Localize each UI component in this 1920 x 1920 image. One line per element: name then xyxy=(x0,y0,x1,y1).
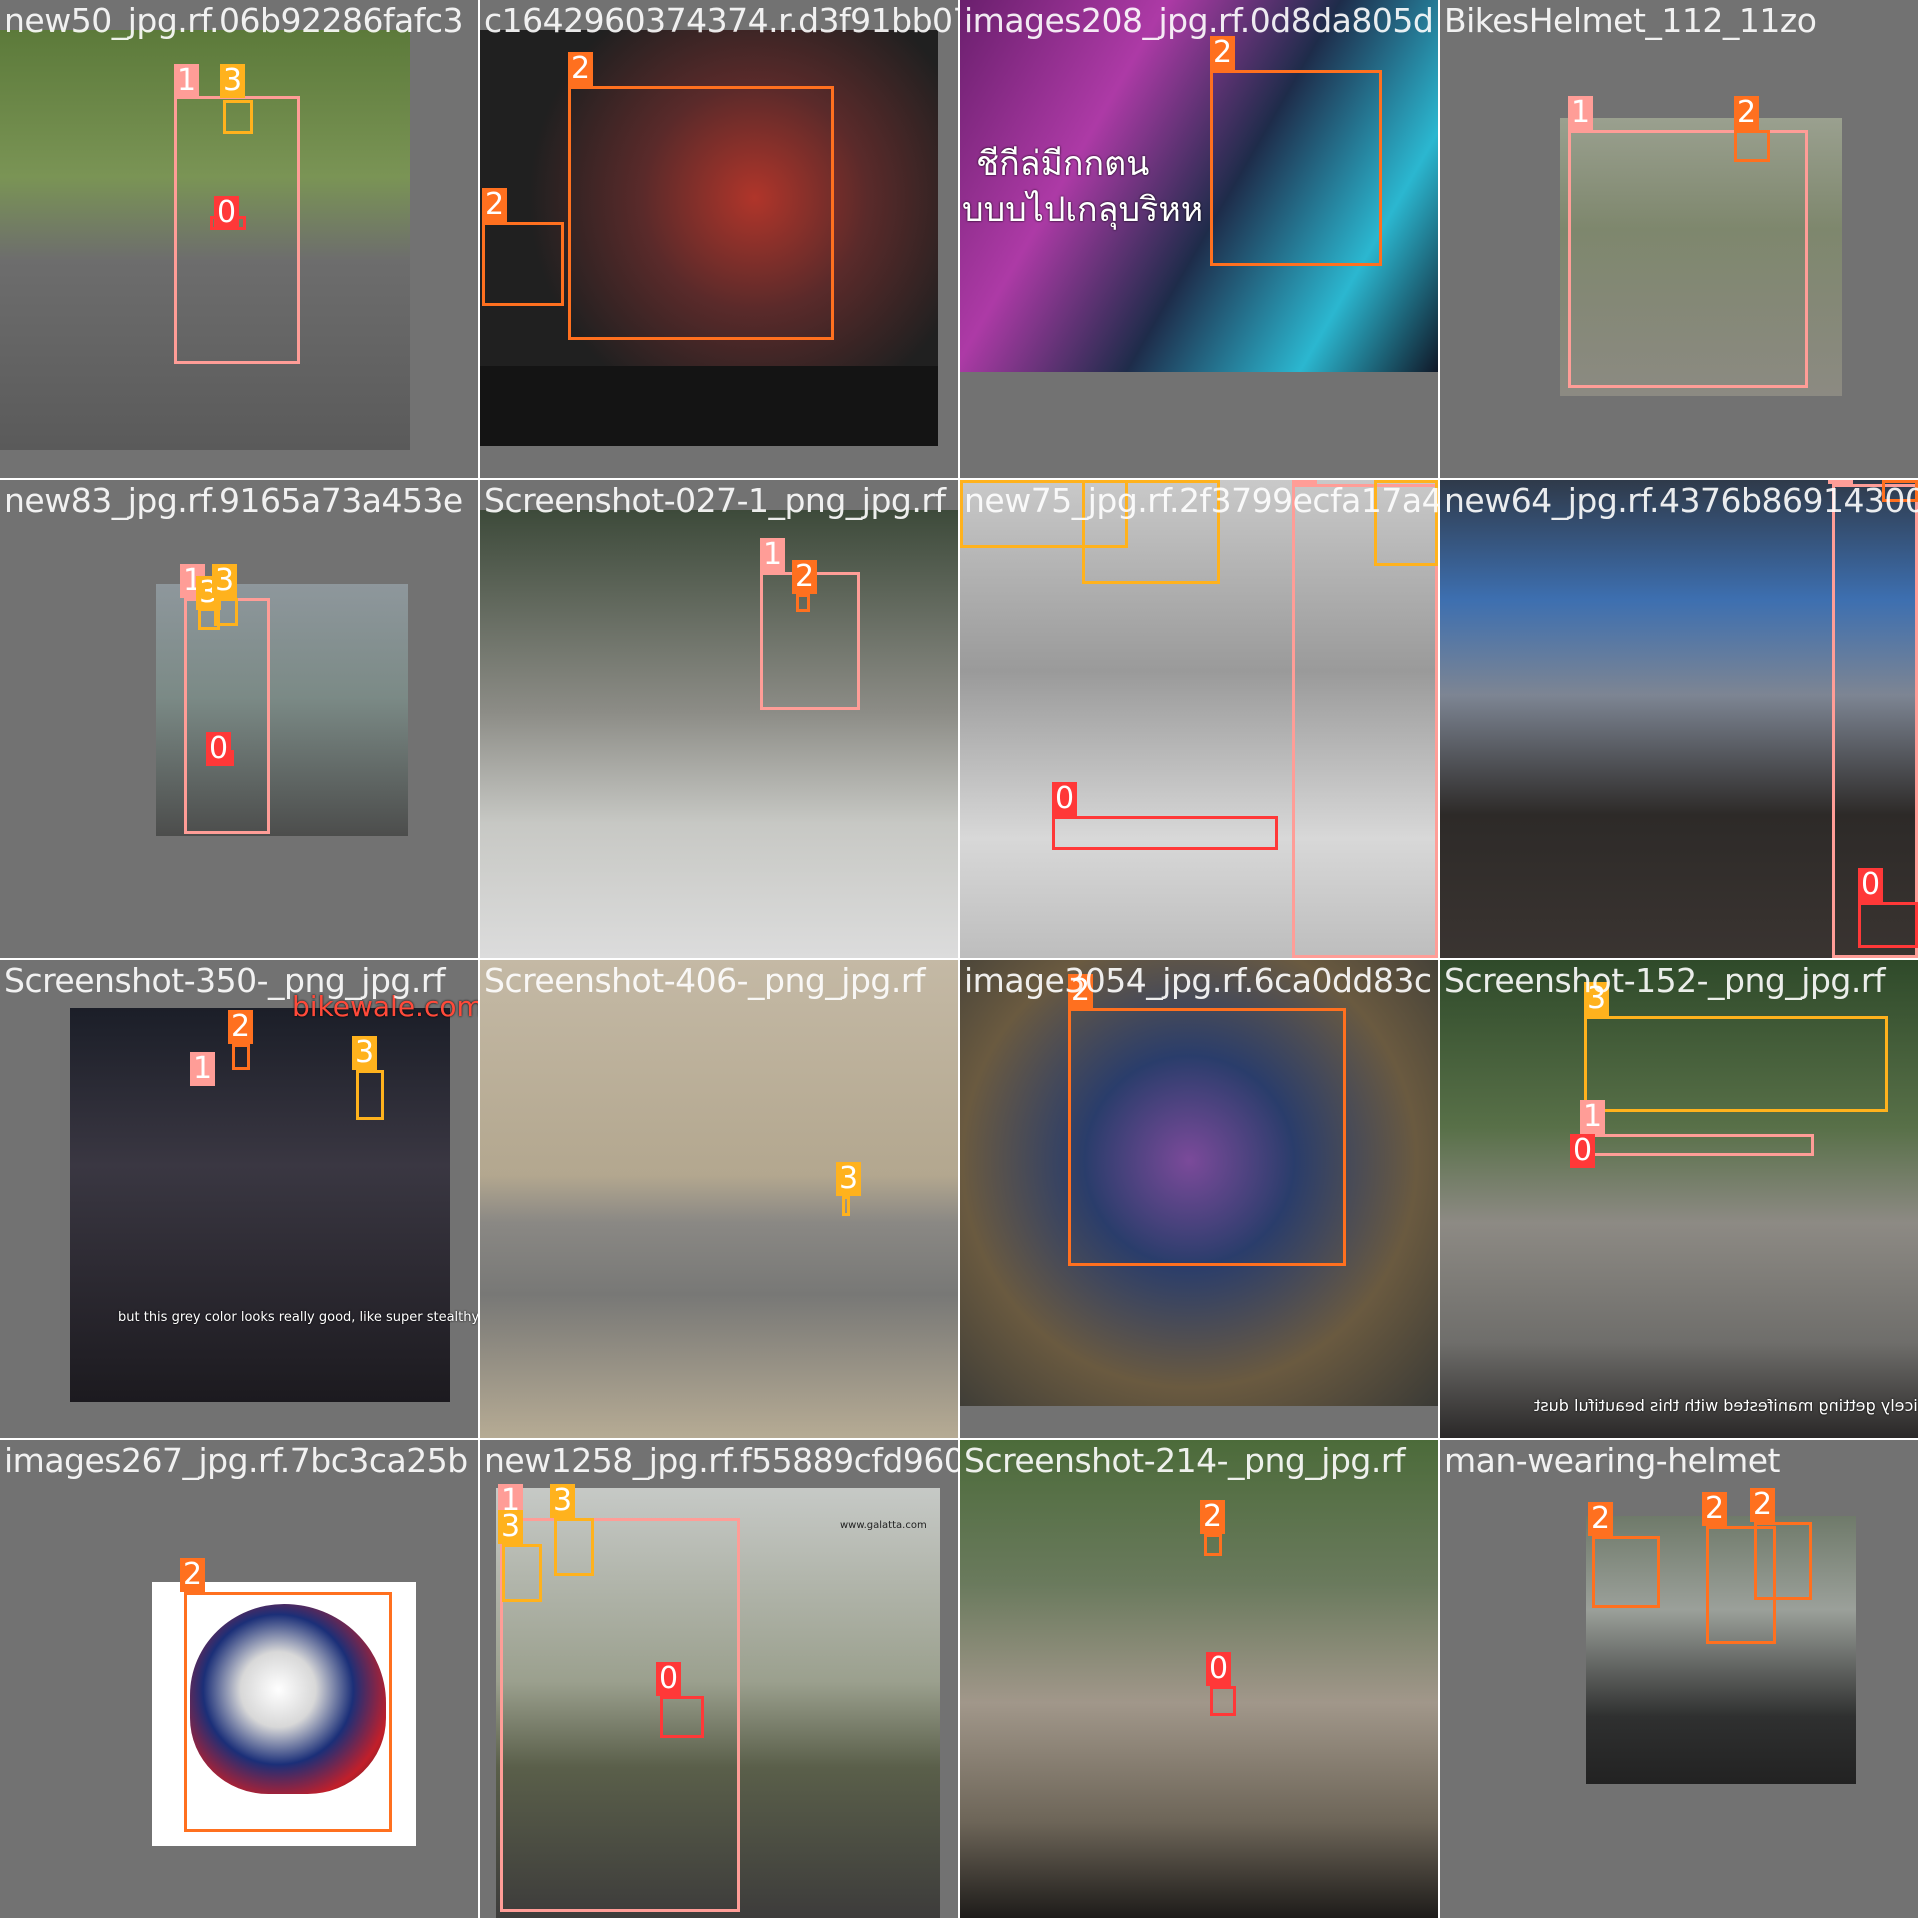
image-caption: nicely getting manifested with this beau… xyxy=(1534,1396,1918,1415)
detection-box-class-3 xyxy=(1584,1016,1888,1112)
class-label: 0 xyxy=(1858,868,1884,902)
detection-box-class-2 xyxy=(1068,1008,1346,1266)
class-label: 1 xyxy=(1568,96,1594,130)
tile-filename: images208_jpg.rf.0d8da805d xyxy=(964,1,1434,40)
detection-box-class-3 xyxy=(223,100,253,134)
class-label: 1 xyxy=(190,1052,216,1086)
tile[interactable]: 2 images267_jpg.rf.7bc3ca25b xyxy=(0,1440,478,1918)
tile-filename: images267_jpg.rf.7bc3ca25b xyxy=(4,1441,468,1480)
tile[interactable]: 2 image3054_jpg.rf.6ca0dd83c xyxy=(960,960,1438,1438)
class-label: 1 xyxy=(760,538,786,572)
class-label: 1 xyxy=(1580,1100,1606,1134)
image-caption: but this grey color looks really good, l… xyxy=(118,1310,478,1325)
class-label: 2 xyxy=(482,188,508,222)
detection-box-class-2 xyxy=(568,86,834,340)
detection-box-class-3 xyxy=(214,598,238,626)
class-label: 3 xyxy=(836,1162,862,1196)
class-label: 0 xyxy=(656,1662,682,1696)
tile[interactable]: 1 3 0 new50_jpg.rf.06b92286fafc3 xyxy=(0,0,478,478)
class-label: 3 xyxy=(550,1484,576,1518)
tile-filename: new50_jpg.rf.06b92286fafc3 xyxy=(4,1,464,40)
tile-filename: new64_jpg.rf.4376b86914300 xyxy=(1444,481,1918,520)
tile[interactable]: 2 2 c1642960374374.r.d3f91bb07 xyxy=(480,0,958,478)
detection-box-class-1 xyxy=(184,598,270,834)
class-label: 3 xyxy=(498,1510,524,1544)
class-label: 0 xyxy=(214,196,240,230)
tile[interactable]: 3 3 1 3 0 new75_jpg.rf.2f3799ecfa17a4 xyxy=(960,480,1438,958)
detection-box-class-2 xyxy=(1754,1522,1812,1600)
class-label: 2 xyxy=(1750,1488,1776,1522)
class-label: 0 xyxy=(1206,1652,1232,1686)
mosaic-grid: 1 3 0 new50_jpg.rf.06b92286fafc3 2 2 c16… xyxy=(0,0,1920,1920)
tile-filename: Screenshot-406-_png_jpg.rf xyxy=(484,961,926,1000)
tile[interactable]: ชีกีล่มีกกตน บบบไปเกลุบริหห 2 images208_… xyxy=(960,0,1438,478)
class-label: 1 xyxy=(174,64,200,98)
class-label: 2 xyxy=(1702,1492,1728,1526)
tile-filename: c1642960374374.r.d3f91bb07 xyxy=(484,1,958,40)
detection-box-class-2 xyxy=(232,1044,250,1070)
detection-box-class-3 xyxy=(502,1544,542,1602)
class-label: 2 xyxy=(792,560,818,594)
detection-box-class-0 xyxy=(660,1696,704,1738)
detection-box-class-2 xyxy=(1204,1534,1222,1556)
tile[interactable]: 1 2 BikesHelmet_112_11zo xyxy=(1440,0,1918,478)
photo xyxy=(480,510,958,958)
detection-box-class-3 xyxy=(554,1518,594,1576)
photo xyxy=(480,960,958,1438)
detection-box-class-2 xyxy=(1734,130,1770,162)
tile[interactable]: 2 0 Screenshot-214-_png_jpg.rf xyxy=(960,1440,1438,1918)
tile-filename: new83_jpg.rf.9165a73a453e xyxy=(4,481,463,520)
tile[interactable]: www.galatta.com 1 3 3 0 new1258_jpg.rf.f… xyxy=(480,1440,958,1918)
detection-box-class-2 xyxy=(184,1592,392,1832)
class-label: 0 xyxy=(1052,782,1078,816)
detection-box-class-0 xyxy=(1210,1686,1236,1716)
detection-box-class-2 xyxy=(1210,70,1382,266)
tile[interactable]: 1 2 Screenshot-027-1_png_jpg.rf xyxy=(480,480,958,958)
photo xyxy=(70,1008,450,1402)
class-label: 2 xyxy=(228,1010,254,1044)
class-label: 2 xyxy=(568,52,594,86)
class-label: 0 xyxy=(206,732,232,766)
class-label: 3 xyxy=(352,1036,378,1070)
tile[interactable]: bikewale.com but this grey color looks r… xyxy=(0,960,478,1438)
class-label: 3 xyxy=(212,564,238,598)
detection-box-class-1 xyxy=(1568,130,1808,388)
tile-filename: Screenshot-350-_png_jpg.rf xyxy=(4,961,446,1000)
tile[interactable]: 1 2 0 new64_jpg.rf.4376b86914300 xyxy=(1440,480,1918,958)
tile-filename: Screenshot-214-_png_jpg.rf xyxy=(964,1441,1406,1480)
photo xyxy=(960,1440,1438,1918)
tile[interactable]: nicely getting manifested with this beau… xyxy=(1440,960,1918,1438)
detection-box-class-2 xyxy=(482,222,564,306)
detection-box-class-2 xyxy=(1592,1536,1660,1608)
image-caption: www.galatta.com xyxy=(840,1520,927,1531)
detection-box-class-0 xyxy=(1052,816,1278,850)
tile[interactable]: 2 2 2 man-wearing-helmet xyxy=(1440,1440,1918,1918)
class-label: 2 xyxy=(1200,1500,1226,1534)
detection-box-class-0 xyxy=(1858,902,1918,948)
tile[interactable]: 1 3 3 0 new83_jpg.rf.9165a73a453e xyxy=(0,480,478,958)
class-label: 2 xyxy=(1210,36,1236,70)
class-label: 2 xyxy=(1734,96,1760,130)
tile[interactable]: 3 Screenshot-406-_png_jpg.rf xyxy=(480,960,958,1438)
detection-box-class-2 xyxy=(796,594,810,612)
class-label: 2 xyxy=(1588,1502,1614,1536)
tile-filename: man-wearing-helmet xyxy=(1444,1441,1781,1480)
tile-filename: new1258_jpg.rf.f55889cfd9600 xyxy=(484,1441,958,1480)
detection-box-class-1 xyxy=(174,96,300,364)
detection-box-class-3 xyxy=(356,1070,384,1120)
class-label: 3 xyxy=(220,64,246,98)
tile-filename: BikesHelmet_112_11zo xyxy=(1444,1,1817,40)
class-label: 2 xyxy=(180,1558,206,1592)
tile-filename: image3054_jpg.rf.6ca0dd83c xyxy=(964,961,1432,1000)
tile-filename: Screenshot-027-1_png_jpg.rf xyxy=(484,481,946,520)
detection-box-class-1 xyxy=(1588,1134,1814,1156)
image-caption: บบบไปเกลุบริหห xyxy=(962,190,1204,230)
class-label: 0 xyxy=(1570,1134,1596,1168)
detection-box-class-3 xyxy=(842,1196,850,1216)
tile-filename: new75_jpg.rf.2f3799ecfa17a4 xyxy=(964,481,1438,520)
tile-filename: Screenshot-152-_png_jpg.rf xyxy=(1444,961,1886,1000)
